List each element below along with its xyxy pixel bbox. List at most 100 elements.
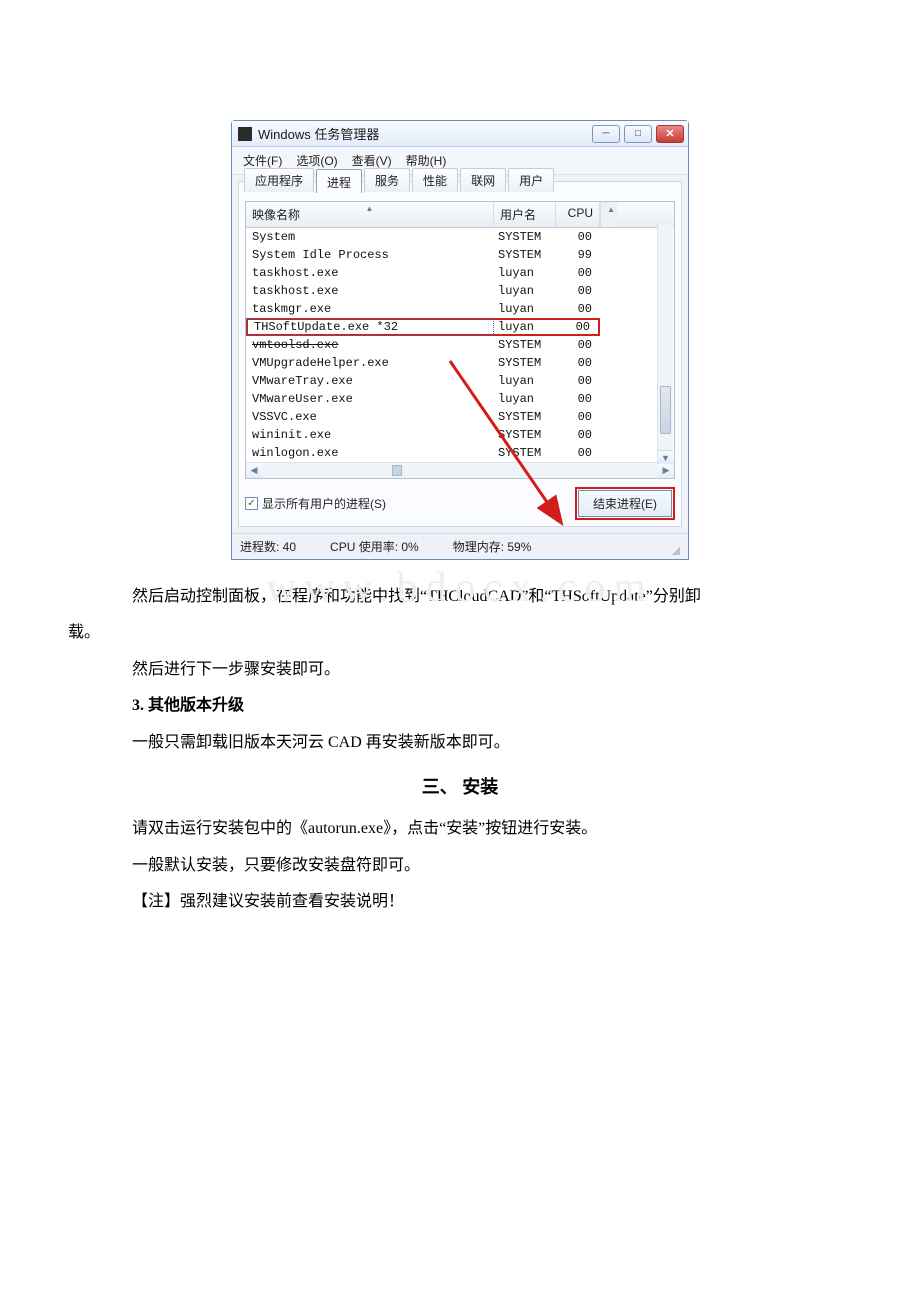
paragraph: 一般只需卸载旧版本天河云 CAD 再安装新版本即可。 <box>100 728 820 758</box>
table-row[interactable]: System Idle ProcessSYSTEM99 <box>246 246 674 264</box>
table-row[interactable]: VMwareTray.exeluyan00 <box>246 372 674 390</box>
hscroll-thumb[interactable] <box>392 465 402 476</box>
status-proc-count: 进程数: 40 <box>240 538 296 555</box>
table-row[interactable]: VMwareUser.exeluyan00 <box>246 390 674 408</box>
vertical-scrollbar[interactable]: ▼ <box>657 224 673 464</box>
cell-image-name: System Idle Process <box>246 248 494 262</box>
table-row[interactable]: VSSVC.exeSYSTEM00 <box>246 408 674 426</box>
cell-image-name: winlogon.exe <box>246 446 494 460</box>
column-image-name[interactable]: ▲ 映像名称 <box>246 202 494 227</box>
paragraph: 一般默认安装，只要修改安装盘符即可。 <box>100 851 820 881</box>
show-all-users-checkbox[interactable]: 显示所有用户的进程(S) <box>245 495 386 512</box>
cell-user: luyan <box>494 302 556 316</box>
cell-cpu: 00 <box>556 318 600 336</box>
cell-cpu: 00 <box>556 410 600 424</box>
cell-cpu: 00 <box>556 302 600 316</box>
table-row[interactable]: taskhost.exeluyan00 <box>246 282 674 300</box>
cell-user: SYSTEM <box>494 338 556 352</box>
chevron-up-icon: ▲ <box>607 205 615 214</box>
end-process-button[interactable]: 结束进程(E) <box>578 490 672 517</box>
watermark: www.bdocx.com <box>100 564 820 612</box>
resize-grip-icon[interactable] <box>666 541 680 555</box>
app-icon <box>238 127 252 141</box>
cell-cpu: 00 <box>556 392 600 406</box>
status-mem: 物理内存: 59% <box>453 538 532 555</box>
tab-processes[interactable]: 进程 <box>316 169 362 193</box>
maximize-button[interactable]: □ <box>624 125 652 143</box>
cell-user: luyan <box>494 374 556 388</box>
cell-user: luyan <box>494 266 556 280</box>
table-row[interactable]: SystemSYSTEM00 <box>246 228 674 246</box>
paragraph: 【注】强烈建议安装前查看安装说明！ <box>100 887 820 917</box>
cell-user: luyan <box>494 392 556 406</box>
paragraph: 载。 <box>68 618 820 648</box>
cell-user: SYSTEM <box>494 410 556 424</box>
document-body: 然后启动控制面板，在程序和功能中找到“THCloudCAD”和“THSoftUp… <box>100 582 820 917</box>
table-row[interactable]: VMUpgradeHelper.exeSYSTEM00 <box>246 354 674 372</box>
cell-image-name: VMUpgradeHelper.exe <box>246 356 494 370</box>
tab-users[interactable]: 用户 <box>508 168 554 192</box>
cell-cpu: 00 <box>556 284 600 298</box>
scroll-thumb[interactable] <box>660 386 671 434</box>
checkbox-icon <box>245 497 258 510</box>
column-user[interactable]: 用户名 <box>494 202 556 227</box>
cell-image-name: VSSVC.exe <box>246 410 494 424</box>
window-title: Windows 任务管理器 <box>258 124 592 143</box>
cell-user: SYSTEM <box>494 356 556 370</box>
cell-image-name: taskmgr.exe <box>246 302 494 316</box>
tab-performance[interactable]: 性能 <box>412 168 458 192</box>
cell-user: SYSTEM <box>494 230 556 244</box>
cell-cpu: 00 <box>556 446 600 460</box>
cell-user: SYSTEM <box>494 248 556 262</box>
cell-image-name: wininit.exe <box>246 428 494 442</box>
table-row[interactable]: taskmgr.exeluyan00 <box>246 300 674 318</box>
table-row[interactable]: winlogon.exeSYSTEM00 <box>246 444 674 462</box>
cell-user: SYSTEM <box>494 446 556 460</box>
paragraph: 请双击运行安装包中的《autorun.exe》，点击“安装”按钮进行安装。 <box>100 814 820 844</box>
cell-cpu: 00 <box>556 230 600 244</box>
scrollbar-up-button[interactable]: ▲ <box>600 202 618 227</box>
scroll-right-button[interactable]: ▶ <box>658 463 674 478</box>
cell-cpu: 00 <box>556 428 600 442</box>
close-icon: ✕ <box>665 127 674 140</box>
minimize-icon: ─ <box>602 128 609 139</box>
column-cpu[interactable]: CPU <box>556 202 600 227</box>
cell-image-name: THSoftUpdate.exe *32 <box>246 318 494 336</box>
scrollbar-down-button[interactable]: ▼ <box>658 450 673 464</box>
task-manager-window: Windows 任务管理器 ─ □ ✕ 文件(F) 选项(O) 查看(V) 帮助… <box>231 120 689 560</box>
table-row[interactable]: vmtoolsd.exeSYSTEM00 <box>246 336 674 354</box>
cell-image-name: taskhost.exe <box>246 266 494 280</box>
tabs-panel: 应用程序 进程 服务 性能 联网 用户 ▲ 映像名称 用户名 CPU ▲ <box>238 181 682 527</box>
cell-image-name: VMwareUser.exe <box>246 392 494 406</box>
tab-networking[interactable]: 联网 <box>460 168 506 192</box>
subheading: 3. 其他版本升级 <box>100 691 820 721</box>
cell-user: luyan <box>494 318 556 336</box>
paragraph: 然后进行下一步骤安装即可。 <box>100 655 820 685</box>
cell-user: luyan <box>494 284 556 298</box>
status-cpu: CPU 使用率: 0% <box>330 538 419 555</box>
tab-services[interactable]: 服务 <box>364 168 410 192</box>
close-button[interactable]: ✕ <box>656 125 684 143</box>
minimize-button[interactable]: ─ <box>592 125 620 143</box>
cell-image-name: System <box>246 230 494 244</box>
table-row[interactable]: taskhost.exeluyan00 <box>246 264 674 282</box>
table-body: SystemSYSTEM00System Idle ProcessSYSTEM9… <box>246 228 674 462</box>
tab-strip: 应用程序 进程 服务 性能 联网 用户 <box>244 168 675 192</box>
table-row[interactable]: wininit.exeSYSTEM00 <box>246 426 674 444</box>
table-row[interactable]: THSoftUpdate.exe *32luyan00 <box>246 318 674 336</box>
table-header: ▲ 映像名称 用户名 CPU ▲ <box>246 202 674 228</box>
titlebar: Windows 任务管理器 ─ □ ✕ <box>232 121 688 147</box>
maximize-icon: □ <box>635 128 641 139</box>
scroll-left-button[interactable]: ◀ <box>246 463 262 478</box>
horizontal-scrollbar[interactable]: ◀ ▶ <box>246 462 674 478</box>
end-process-highlight: 结束进程(E) <box>575 487 675 520</box>
cell-cpu: 99 <box>556 248 600 262</box>
cell-cpu: 00 <box>556 338 600 352</box>
tab-apps[interactable]: 应用程序 <box>244 168 314 192</box>
hscroll-track[interactable] <box>262 463 468 478</box>
process-table: ▲ 映像名称 用户名 CPU ▲ SystemSYSTEM00System Id… <box>245 201 675 479</box>
status-bar: 进程数: 40 CPU 使用率: 0% 物理内存: 59% <box>232 533 688 559</box>
section-title: 三、 安装 <box>100 770 820 804</box>
sort-asc-icon: ▲ <box>366 204 374 213</box>
cell-image-name: vmtoolsd.exe <box>246 338 494 352</box>
